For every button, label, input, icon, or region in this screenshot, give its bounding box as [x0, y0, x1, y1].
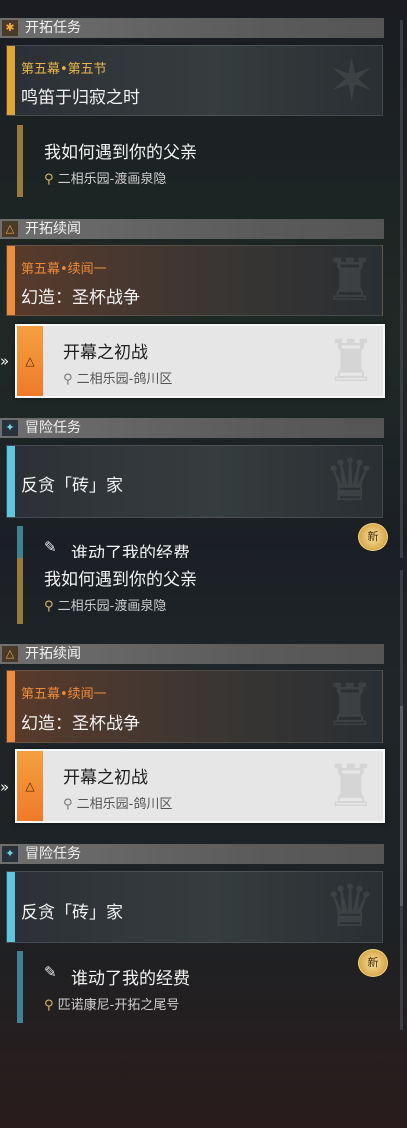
quest-chapter: 第五幕•第五节: [21, 62, 107, 77]
quest-card-continuance[interactable]: ♜ 第五幕•续闻一 幻造：圣杯战争: [6, 245, 383, 316]
quest-card-adventure[interactable]: ♛ 反贪「砖」家: [6, 871, 383, 943]
emblem-icon: ♜: [325, 752, 377, 820]
new-badge: 新: [358, 523, 388, 551]
step-location: 二相乐园-渡画泉隐: [57, 599, 167, 614]
quest-step-item[interactable]: ✎ 谁动了我的经费 ⚲ 匹诺康尼-开拓之尾号: [17, 951, 383, 1023]
accent-bar: [7, 246, 15, 315]
location-pin-icon: ⚲: [44, 172, 54, 187]
step-bar: [17, 558, 23, 624]
quest-title: 幻造：圣杯战争: [21, 714, 140, 734]
quest-icon: ✎: [44, 963, 57, 981]
location-pin-icon: ⚲: [63, 372, 73, 387]
location-pin-icon: ⚲: [44, 599, 54, 614]
accent-bar: [7, 671, 15, 742]
quest-chapter: 第五幕•续闻一: [21, 687, 107, 702]
quest-list-pane-top: ✱ 开拓任务 ✶ 第五幕•第五节 鸣笛于归寂之时 我如何遇到你的父亲 ⚲ 二相乐…: [0, 0, 407, 558]
section-header-continuance: △ 开拓续闻: [0, 644, 384, 664]
section-header-continuance: △ 开拓续闻: [0, 219, 384, 239]
scrollbar-thumb[interactable]: [400, 706, 403, 906]
step-location: 二相乐园-鸽川区: [76, 797, 173, 812]
quest-card-trailblaze[interactable]: ✶ 第五幕•第五节 鸣笛于归寂之时: [6, 45, 383, 116]
step-location: 二相乐园-鸽川区: [76, 372, 173, 387]
section-title: 开拓续闻: [25, 221, 81, 237]
diamond-icon: ✦: [2, 846, 18, 862]
accent-bar: [7, 46, 15, 115]
triangle-icon: △: [2, 646, 18, 662]
quest-step-item[interactable]: ✎ 谁动了我的经费: [17, 526, 383, 558]
emblem-icon: ♜: [325, 327, 377, 395]
double-chevron-icon: »: [0, 778, 10, 796]
location-pin-icon: ⚲: [44, 998, 54, 1013]
emblem-icon: ♜: [324, 246, 376, 314]
sparkle-icon: ✱: [2, 20, 18, 36]
scrollbar-track[interactable]: [400, 20, 403, 558]
new-badge: 新: [358, 949, 388, 977]
section-title: 开拓续闻: [25, 646, 81, 662]
quest-step-item[interactable]: 我如何遇到你的父亲 ⚲ 二相乐园-渡画泉隐: [17, 558, 383, 624]
step-title: 开幕之初战: [63, 768, 148, 788]
double-chevron-icon: »: [0, 352, 10, 370]
step-location: 匹诺康尼-开拓之尾号: [57, 998, 180, 1013]
emblem-icon: ♜: [324, 671, 376, 739]
emblem-icon: ✶: [327, 46, 376, 114]
step-title: 谁动了我的经费: [71, 544, 190, 558]
step-title: 开幕之初战: [63, 343, 148, 363]
quest-title: 鸣笛于归寂之时: [21, 88, 140, 108]
quest-card-continuance[interactable]: ♜ 第五幕•续闻一 幻造：圣杯战争: [6, 670, 383, 743]
step-bar: [17, 526, 23, 558]
section-header-adventure: ✦ 冒险任务: [0, 418, 384, 438]
quest-step-selected[interactable]: △ ♜ 开幕之初战 ⚲ 二相乐园-鸽川区: [15, 324, 385, 398]
quest-title: 幻造：圣杯战争: [21, 288, 140, 308]
location-pin-icon: ⚲: [63, 797, 73, 812]
quest-chapter: 第五幕•续闻一: [21, 262, 107, 277]
step-bar: [17, 951, 23, 1023]
quest-step-selected[interactable]: △ ♜ 开幕之初战 ⚲ 二相乐园-鸽川区: [15, 749, 385, 823]
section-title: 冒险任务: [25, 420, 81, 436]
quest-title: 反贪「砖」家: [21, 903, 123, 923]
quest-title: 反贪「砖」家: [21, 476, 123, 496]
accent-bar: [7, 446, 15, 517]
triangle-icon: △: [2, 221, 18, 237]
section-header-trailblaze: ✱ 开拓任务: [0, 18, 384, 38]
section-title: 开拓任务: [25, 20, 81, 36]
quest-icon: △: [17, 751, 43, 821]
emblem-icon: ♛: [324, 446, 376, 514]
emblem-icon: ♛: [324, 872, 376, 940]
quest-card-adventure[interactable]: ♛ 反贪「砖」家: [6, 445, 383, 518]
quest-step-item[interactable]: 我如何遇到你的父亲 ⚲ 二相乐园-渡画泉隐: [17, 125, 383, 197]
step-title: 我如何遇到你的父亲: [44, 143, 197, 163]
section-header-adventure: ✦ 冒险任务: [0, 844, 384, 864]
quest-list-pane-bottom: 我如何遇到你的父亲 ⚲ 二相乐园-渡画泉隐 △ 开拓续闻 ♜ 第五幕•续闻一 幻…: [0, 558, 407, 1128]
step-bar: [17, 125, 23, 197]
step-location: 二相乐园-渡画泉隐: [57, 172, 167, 187]
quest-icon: △: [17, 326, 43, 396]
step-title: 谁动了我的经费: [71, 969, 190, 989]
section-title: 冒险任务: [25, 846, 81, 862]
diamond-icon: ✦: [2, 420, 18, 436]
quest-icon: ✎: [44, 538, 57, 556]
step-title: 我如何遇到你的父亲: [44, 570, 197, 590]
accent-bar: [7, 872, 15, 942]
